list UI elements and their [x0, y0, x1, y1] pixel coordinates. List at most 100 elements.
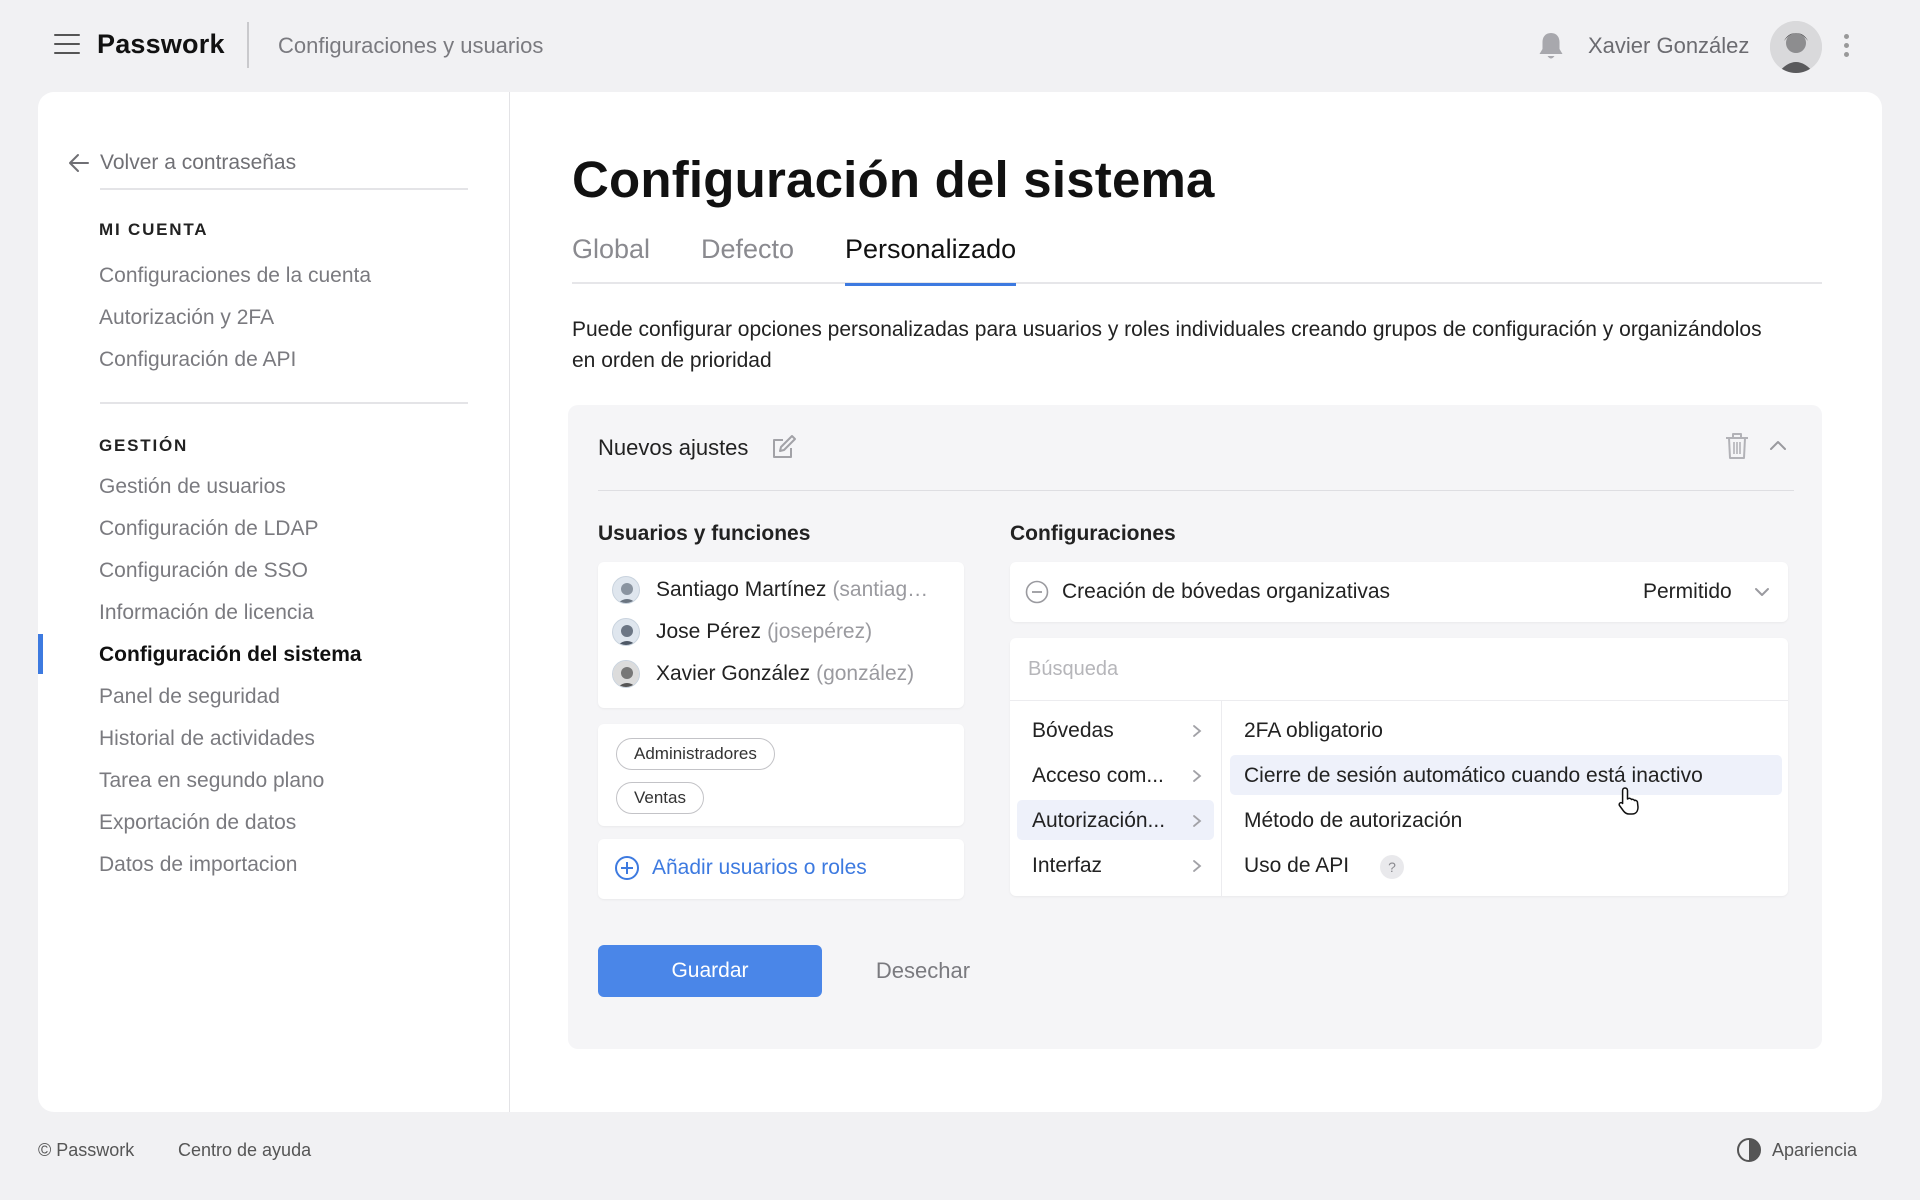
option-auto-logout[interactable]: Cierre de sesión automático cuando está …	[1230, 755, 1782, 795]
category-label: Acceso com...	[1032, 764, 1164, 787]
chevron-right-icon	[1193, 860, 1202, 872]
category-interface[interactable]: Interfaz	[1017, 845, 1214, 885]
user-login: (santiag…	[832, 578, 929, 601]
user-entry[interactable]: Jose Pérez (josepérez)	[612, 617, 942, 647]
avatar[interactable]	[1770, 21, 1822, 73]
sidebar-item-security-dashboard[interactable]: Panel de seguridad	[99, 685, 280, 709]
group-name: Nuevos ajustes	[598, 435, 749, 460]
bell-icon[interactable]	[1536, 30, 1566, 62]
user-name[interactable]: Xavier González	[1588, 33, 1749, 59]
sidebar-active-indicator	[38, 634, 43, 674]
page-title: Configuración del sistema	[572, 151, 1215, 208]
back-label: Volver a contraseñas	[100, 151, 297, 174]
panel-divider	[598, 490, 1794, 491]
users-box: Santiago Martínez (santiag… Jose Pérez (…	[598, 562, 964, 708]
category-label: Interfaz	[1032, 854, 1103, 877]
chevron-up-icon[interactable]	[1768, 435, 1788, 455]
category-vaults[interactable]: Bóvedas	[1017, 710, 1214, 750]
option-label: Método de autorización	[1244, 809, 1463, 832]
main-card: Volver a contraseñas MI CUENTA Configura…	[38, 92, 1882, 1112]
user-entry[interactable]: Xavier González (gonzález)	[612, 659, 942, 689]
help-icon[interactable]: ?	[1380, 855, 1404, 879]
sidebar-item-user-management[interactable]: Gestión de usuarios	[99, 475, 286, 499]
user-name: Xavier González	[656, 662, 811, 685]
roles-box: Administradores Ventas	[598, 724, 964, 826]
sidebar-item-background-tasks[interactable]: Tarea en segundo plano	[99, 769, 324, 793]
sidebar-divider	[100, 402, 468, 404]
sidebar-item-system-settings[interactable]: Configuración del sistema	[99, 643, 362, 667]
user-entry[interactable]: Santiago Martínez (santiag…	[612, 575, 942, 605]
brand-logo[interactable]: Passwork	[97, 29, 225, 60]
edit-icon[interactable]	[770, 433, 798, 461]
category-authorization[interactable]: Autorización...	[1017, 800, 1214, 840]
contrast-icon	[1737, 1138, 1761, 1162]
settings-group-panel: Nuevos ajustes Usuarios y funciones Sant…	[568, 405, 1822, 1049]
sidebar-item-data-export[interactable]: Exportación de datos	[99, 811, 296, 835]
sidebar-heading-management: GESTIÓN	[99, 436, 189, 455]
role-chip[interactable]: Administradores	[616, 738, 775, 770]
tab-bar: Global Defecto Personalizado	[572, 234, 1822, 286]
page-description: Puede configurar opciones personalizadas…	[572, 318, 1762, 372]
add-users-button[interactable]: Añadir usuarios o roles	[614, 855, 867, 881]
sidebar-divider	[100, 188, 468, 190]
settings-title: Configuraciones	[1010, 522, 1176, 545]
setting-name: Creación de bóvedas organizativas	[1062, 580, 1391, 603]
sidebar-item-authorization-2fa[interactable]: Autorización y 2FA	[99, 306, 274, 330]
option-label: 2FA obligatorio	[1244, 719, 1383, 742]
appearance-label: Apariencia	[1772, 1139, 1858, 1160]
option-api-usage[interactable]: Uso de API ?	[1230, 845, 1782, 885]
sidebar-item-license[interactable]: Información de licencia	[99, 601, 314, 625]
settings-picker: Bóvedas Acceso com... Autorización... In…	[1010, 638, 1788, 896]
top-bar: Passwork Configuraciones y usuarios Xavi…	[0, 0, 1920, 90]
tab-custom[interactable]: Personalizado	[845, 234, 1017, 286]
option-authorization-method[interactable]: Método de autorización	[1230, 800, 1782, 840]
role-chip[interactable]: Ventas	[616, 782, 704, 814]
option-label: Cierre de sesión automático cuando está …	[1244, 764, 1703, 787]
footer-copyright: © Passwork	[38, 1140, 135, 1160]
search-input[interactable]	[1028, 654, 1728, 684]
option-mandatory-2fa[interactable]: 2FA obligatorio	[1230, 710, 1782, 750]
tab-default[interactable]: Defecto	[701, 234, 794, 284]
user-login: (josepérez)	[767, 620, 873, 643]
chevron-right-icon	[1193, 725, 1202, 737]
avatar	[612, 576, 640, 604]
sidebar-item-activity-log[interactable]: Historial de actividades	[99, 727, 315, 751]
discard-button[interactable]: Desechar	[848, 945, 998, 997]
content-area: Configuración del sistema Global Defecto…	[510, 92, 1882, 1112]
sidebar-item-ldap[interactable]: Configuración de LDAP	[99, 517, 318, 541]
minus-circle-icon[interactable]	[1025, 580, 1049, 604]
top-divider	[247, 22, 249, 68]
sidebar-item-data-import[interactable]: Datos de importacion	[99, 853, 297, 877]
sidebar-item-api-settings[interactable]: Configuración de API	[99, 348, 296, 372]
category-shared-access[interactable]: Acceso com...	[1017, 755, 1214, 795]
footer-help-link[interactable]: Centro de ayuda	[178, 1140, 311, 1161]
setting-row: Creación de bóvedas organizativas Permit…	[1010, 562, 1788, 622]
user-name: Jose Pérez	[656, 620, 762, 643]
category-label: Autorización...	[1032, 809, 1166, 832]
category-list: Bóvedas Acceso com... Autorización... In…	[1010, 700, 1222, 896]
save-button[interactable]: Guardar	[598, 945, 822, 997]
arrow-left-icon	[69, 154, 89, 172]
sidebar-item-sso[interactable]: Configuración de SSO	[99, 559, 308, 583]
setting-value-select[interactable]: Permitido	[1643, 580, 1732, 604]
trash-icon[interactable]	[1724, 431, 1750, 461]
add-users-box: Añadir usuarios o roles	[598, 839, 964, 899]
chevron-down-icon[interactable]	[1754, 586, 1770, 598]
sidebar-heading-account: MI CUENTA	[99, 220, 209, 239]
tab-global[interactable]: Global	[572, 234, 650, 284]
hamburger-icon[interactable]	[54, 34, 80, 54]
appearance-toggle[interactable]: Apariencia	[1736, 1137, 1857, 1163]
users-roles-title: Usuarios y funciones	[598, 522, 811, 545]
chevron-right-icon	[1193, 815, 1202, 827]
avatar	[612, 618, 640, 646]
sidebar: Volver a contraseñas MI CUENTA Configura…	[38, 92, 510, 1112]
kebab-icon[interactable]	[1840, 32, 1852, 60]
plus-circle-icon	[615, 856, 639, 880]
chevron-right-icon	[1193, 770, 1202, 782]
sidebar-item-account-settings[interactable]: Configuraciones de la cuenta	[99, 264, 371, 288]
avatar	[612, 660, 640, 688]
tab-custom-label: Personalizado	[845, 234, 1017, 264]
back-link[interactable]: Volver a contraseñas	[68, 148, 296, 178]
option-label: Uso de API	[1244, 854, 1350, 877]
breadcrumb: Configuraciones y usuarios	[278, 33, 544, 58]
